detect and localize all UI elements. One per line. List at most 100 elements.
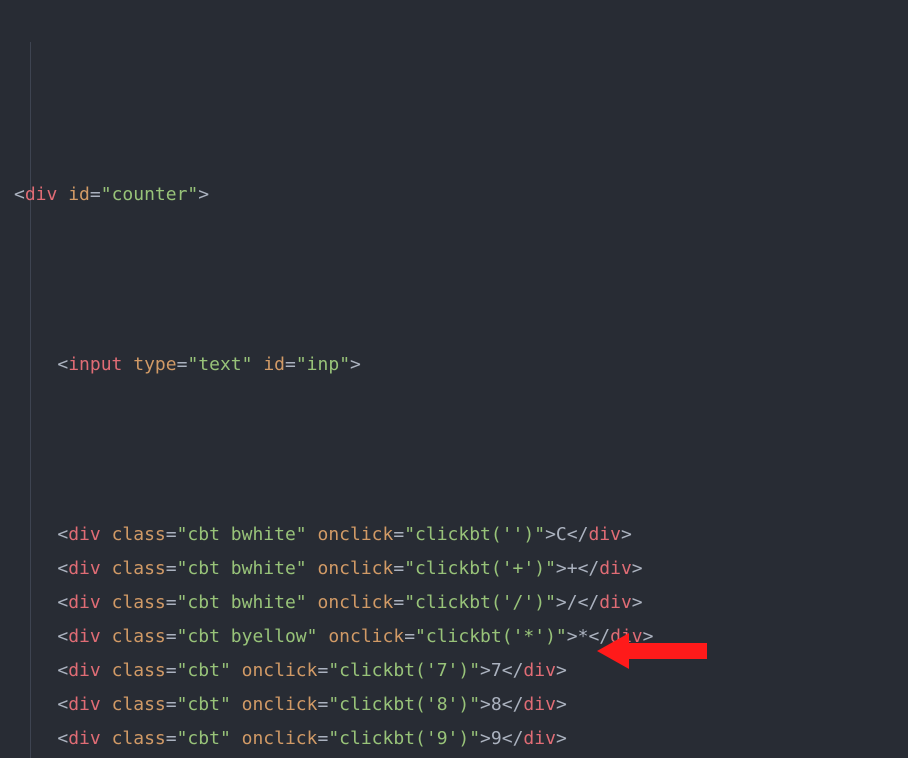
tag-name: div [68, 694, 101, 715]
bracket-open: < [57, 524, 68, 545]
space [101, 728, 112, 749]
code-line[interactable]: <div class="cbt" onclick="clickbt('7')">… [14, 654, 908, 688]
bracket-close: > [567, 626, 578, 647]
bracket-close: > [480, 694, 491, 715]
indent [14, 524, 57, 545]
bracket-open: < [57, 660, 68, 681]
equals: = [317, 694, 328, 715]
inner-text: C [556, 524, 567, 545]
indent [14, 626, 57, 647]
space [317, 626, 328, 647]
close-bracket-open: </ [567, 524, 589, 545]
attr-class-value: "cbt" [177, 660, 231, 681]
attr-class: class [112, 660, 166, 681]
bracket-close: > [198, 184, 209, 205]
attr-onclick-value: "clickbt('9')" [328, 728, 480, 749]
bracket-close: > [556, 592, 567, 613]
attr-class: class [112, 728, 166, 749]
attr-class-value: "cbt" [177, 694, 231, 715]
attr-onclick-value: "clickbt('7')" [328, 660, 480, 681]
attr-onclick-value: "clickbt('*')" [415, 626, 567, 647]
tag-name: div [68, 592, 101, 613]
space [252, 354, 263, 375]
close-bracket-close: > [621, 524, 632, 545]
inner-text: 9 [491, 728, 502, 749]
close-bracket-open: </ [578, 558, 600, 579]
attr-onclick: onclick [317, 524, 393, 545]
equals: = [317, 728, 328, 749]
attr-onclick-value: "clickbt('/')" [404, 592, 556, 613]
bracket-open: < [57, 694, 68, 715]
attr-id-value: "inp" [296, 354, 350, 375]
attr-id: id [263, 354, 285, 375]
inner-text: 8 [491, 694, 502, 715]
space [231, 694, 242, 715]
inner-text: + [567, 558, 578, 579]
attr-class-value: "cbt" [177, 728, 231, 749]
attr-id: id [68, 184, 90, 205]
equals: = [393, 558, 404, 579]
code-line-open[interactable]: <div id="counter"> [14, 178, 908, 212]
space [101, 558, 112, 579]
inner-text: * [578, 626, 589, 647]
code-line[interactable]: <div class="cbt" onclick="clickbt('8')">… [14, 688, 908, 722]
tag-name: div [68, 728, 101, 749]
space [101, 660, 112, 681]
bracket-open: < [57, 354, 68, 375]
attr-class-value: "cbt bwhite" [177, 524, 307, 545]
tag-name: div [68, 626, 101, 647]
close-tag-name: div [523, 694, 556, 715]
space [231, 660, 242, 681]
indent [14, 728, 57, 749]
bracket-open: < [14, 184, 25, 205]
code-line[interactable]: <div class="cbt bwhite" onclick="clickbt… [14, 552, 908, 586]
attr-class: class [112, 524, 166, 545]
close-bracket-open: </ [588, 626, 610, 647]
tag-name: div [68, 524, 101, 545]
bracket-close: > [545, 524, 556, 545]
attr-class: class [112, 558, 166, 579]
equals: = [393, 592, 404, 613]
attr-onclick: onclick [317, 558, 393, 579]
tag-name: div [68, 558, 101, 579]
attr-onclick-value: "clickbt('')" [404, 524, 545, 545]
equals: = [317, 660, 328, 681]
equals: = [285, 354, 296, 375]
inner-text: / [567, 592, 578, 613]
equals: = [404, 626, 415, 647]
equals: = [177, 354, 188, 375]
tag-name: input [68, 354, 122, 375]
equals: = [166, 558, 177, 579]
space [307, 558, 318, 579]
close-bracket-close: > [632, 558, 643, 579]
equals: = [166, 626, 177, 647]
close-bracket-close: > [556, 660, 567, 681]
indent [14, 660, 57, 681]
code-line[interactable]: <div class="cbt bwhite" onclick="clickbt… [14, 518, 908, 552]
code-line[interactable]: <div class="cbt bwhite" onclick="clickbt… [14, 586, 908, 620]
equals: = [166, 524, 177, 545]
attr-class: class [112, 626, 166, 647]
space [307, 524, 318, 545]
bracket-close: > [480, 660, 491, 681]
bracket-open: < [57, 626, 68, 647]
indent [14, 558, 57, 579]
close-bracket-open: </ [502, 694, 524, 715]
equals: = [166, 694, 177, 715]
indent [14, 694, 57, 715]
attr-class: class [112, 592, 166, 613]
code-line[interactable]: <div class="cbt" onclick="clickbt('9')">… [14, 722, 908, 756]
space [307, 592, 318, 613]
close-tag-name: div [523, 728, 556, 749]
close-bracket-open: </ [502, 728, 524, 749]
close-bracket-close: > [632, 592, 643, 613]
attr-onclick-value: "clickbt('+')" [404, 558, 556, 579]
attr-type: type [133, 354, 176, 375]
code-line[interactable]: <div class="cbt byellow" onclick="clickb… [14, 620, 908, 654]
equals: = [166, 728, 177, 749]
indent [14, 592, 57, 613]
code-editor[interactable]: <div id="counter"> <input type="text" id… [0, 0, 908, 758]
code-line-input[interactable]: <input type="text" id="inp"> [14, 348, 908, 382]
close-tag-name: div [599, 558, 632, 579]
close-tag-name: div [523, 660, 556, 681]
